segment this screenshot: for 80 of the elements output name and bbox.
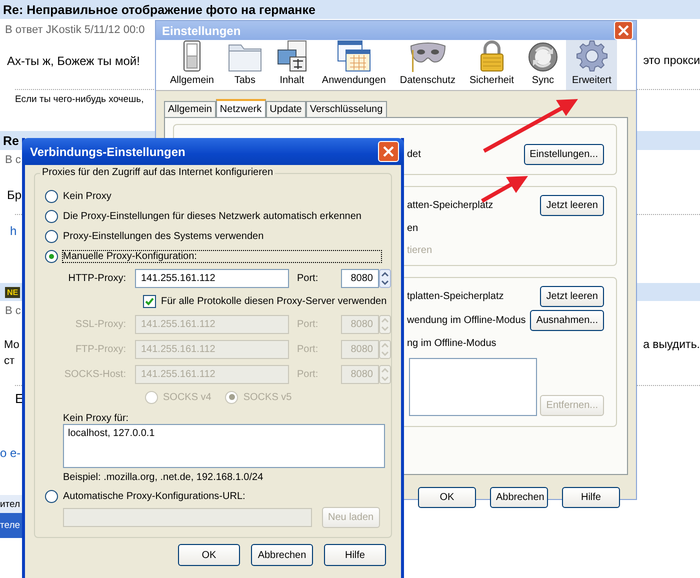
post-text: а выудить. (643, 339, 700, 351)
dialog-button[interactable]: Abbrechen (490, 487, 548, 508)
signature-text: Если ты чего-нибудь хочешь, (14, 94, 144, 104)
radio-button[interactable] (45, 230, 58, 242)
tab[interactable]: Update (266, 101, 306, 117)
preference-pane-tab[interactable]: Allgemein (164, 40, 220, 90)
reply-meta: В с (4, 154, 21, 166)
preference-pane-tab[interactable]: Inhalt (270, 40, 314, 90)
dialog-button[interactable]: OK (418, 487, 476, 508)
setting-text: en (407, 222, 418, 234)
field-label: FTP-Proxy: (74, 344, 126, 355)
preference-pane-tab[interactable]: Datenschutz (394, 40, 462, 90)
thread-title-bar: Re: Неправильное отображение фото на германке (0, 0, 700, 19)
folder-icon (228, 42, 262, 72)
preference-pane-tab[interactable]: Sync (522, 40, 564, 90)
post-text: это прокси (643, 55, 700, 67)
gear-icon (576, 40, 608, 72)
tab[interactable]: Allgemein (164, 101, 216, 117)
setting-text: ng im Offline-Modus (407, 338, 496, 348)
email-link[interactable]: о е- (0, 446, 21, 460)
new-badge: NE (5, 286, 20, 298)
field-label: Port: (297, 273, 320, 284)
checkbox-label[interactable]: Für alle Protokolle diesen Proxy-Server verwenden (161, 296, 387, 307)
preference-pane-tab[interactable]: Sicherheit (463, 40, 520, 90)
field-label: SSL-Proxy: (74, 319, 126, 330)
radio-label[interactable]: Manuelle Proxy-Konfiguration: (63, 250, 381, 262)
preference-pane-tab[interactable]: Tabs (222, 40, 268, 90)
nav-bar: теле (0, 513, 22, 538)
field-label: Port: (297, 319, 320, 330)
port-field[interactable]: 8080 (341, 269, 379, 288)
radio-button[interactable] (45, 250, 58, 262)
close-icon (618, 25, 629, 36)
dialog-button[interactable]: Abbrechen (251, 544, 313, 566)
post-link[interactable]: h (0, 224, 17, 238)
field-label: HTTP-Proxy: (67, 273, 126, 284)
host-field[interactable]: 141.255.161.112 (135, 269, 289, 288)
setting-text: atten-Speicherplatz (407, 200, 494, 210)
window-title: Einstellungen (162, 24, 241, 38)
hint-text: Beispiel: .mozilla.org, .net.de, 192.168.1.0/24 (63, 472, 264, 482)
setting-text: det (407, 148, 421, 160)
dialog-button[interactable]: Hilfe (324, 544, 386, 566)
post-text: Ах-ты ж, Божеж ты мой! (6, 54, 140, 68)
setting-text: tieren (407, 244, 432, 256)
dialog-button[interactable]: Hilfe (562, 487, 620, 508)
field-label: Port: (297, 344, 320, 355)
checkbox[interactable] (143, 295, 156, 308)
reply-meta: В ответ JKostik 5/11/12 00:0 (4, 24, 145, 36)
group-legend: Proxies für den Zugriff auf das Internet konfigurieren (40, 167, 276, 178)
field-label: Kein Proxy für: (63, 413, 129, 424)
radio-label[interactable]: Die Proxy-Einstellungen für dieses Netzwerk automatisch erkennen (63, 210, 362, 222)
padlock-icon (478, 40, 505, 72)
post-text: Мо (3, 339, 20, 351)
post-text: Бр (6, 188, 22, 202)
preference-pane-tab[interactable]: Erweitert (566, 40, 618, 90)
action-button[interactable]: Ausnahmen... (530, 310, 604, 330)
close-button[interactable] (378, 141, 399, 162)
sync-icon (528, 42, 558, 72)
setting-text: tplatten-Speicherplatz (407, 290, 504, 302)
reply-meta: В с (4, 305, 21, 317)
setting-text: wendung im Offline-Modus (407, 314, 526, 326)
field-label: Port: (297, 369, 320, 380)
post-text: ст (3, 355, 15, 367)
radio-button[interactable] (45, 190, 58, 202)
radio-button[interactable] (45, 210, 58, 222)
close-icon (383, 146, 394, 157)
nav-bar: ител (0, 495, 22, 513)
radio-label[interactable]: Proxy-Einstellungen des Systems verwenden (63, 230, 264, 242)
close-button[interactable] (614, 21, 633, 40)
text-area[interactable]: localhost, 127.0.0.1 (63, 424, 385, 468)
preference-pane-tab[interactable]: Anwendungen (316, 40, 392, 90)
dialog-button[interactable]: OK (178, 544, 240, 566)
field-label: SOCKS-Host: (63, 369, 126, 380)
radio-label[interactable]: Kein Proxy (63, 190, 112, 202)
tab[interactable]: Verschlüsselung (306, 101, 387, 117)
tab[interactable]: Netzwerk (216, 99, 266, 117)
list-box[interactable] (409, 358, 537, 416)
action-button[interactable]: Jetzt leeren (540, 286, 604, 306)
action-button[interactable]: Jetzt leeren (540, 194, 604, 216)
action-button[interactable]: Einstellungen... (524, 144, 604, 164)
spinner-icon[interactable] (379, 269, 391, 288)
